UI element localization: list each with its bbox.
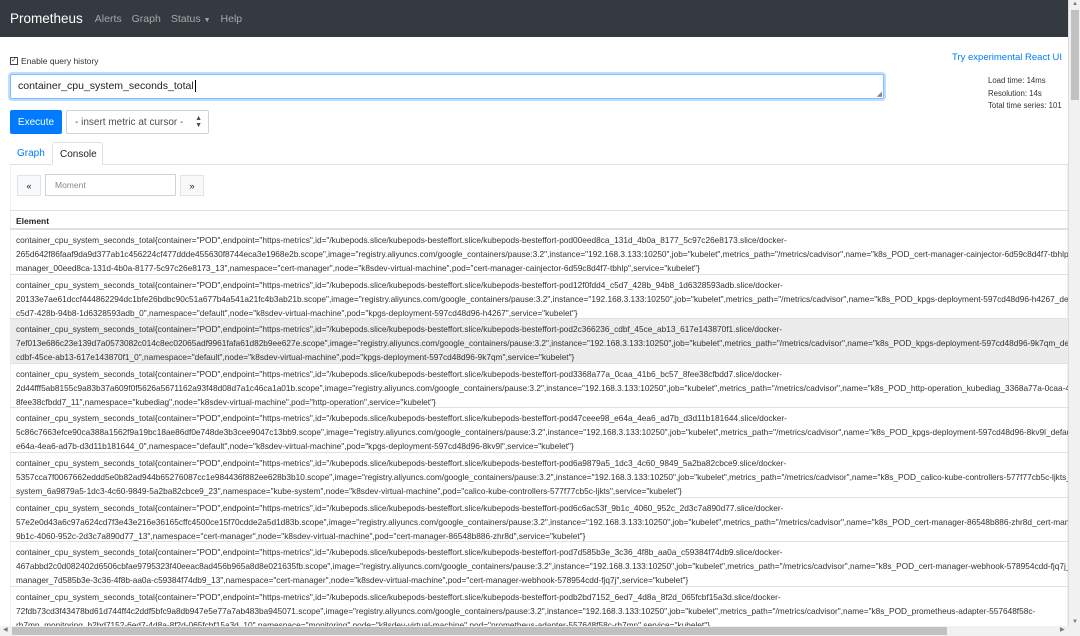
series-label-line: container_cpu_system_seconds_total{conta…	[16, 547, 783, 558]
enable-query-history-label: Enable query history	[21, 56, 99, 66]
vertical-scroll-thumb[interactable]	[1071, 10, 1079, 100]
scroll-left-icon[interactable]: ◀	[3, 626, 8, 633]
table-row[interactable]: container_cpu_system_seconds_total{conta…	[10, 230, 1068, 275]
series-label-line: 7ef013e686c23e139d7a0573082c014c8ec02065…	[16, 338, 1068, 349]
tab-graph[interactable]: Graph	[10, 142, 52, 165]
series-label-line: 57e2e0d43a6c97a624cd7f3e43e216e36165cffc…	[16, 516, 1068, 527]
table-row[interactable]: container_cpu_system_seconds_total{conta…	[10, 587, 1068, 626]
resize-handle-icon[interactable]: ◢	[877, 90, 882, 98]
vertical-scrollbar[interactable]: ▲ ▼	[1068, 0, 1080, 626]
horizontal-scroll-thumb[interactable]	[12, 627, 947, 635]
series-label-line: 5c86c7663efce90ca388a1562f9a19bc18ae86df…	[16, 427, 1068, 438]
expression-value: container_cpu_system_seconds_total	[18, 80, 194, 92]
insert-metric-select[interactable]: - insert metric at cursor - ▲ ▼	[66, 110, 209, 134]
query-stats: Load time: 14ms Resolution: 14s Total ti…	[988, 75, 1062, 113]
moment-input[interactable]: Moment	[45, 174, 176, 196]
expression-input[interactable]: container_cpu_system_seconds_total ◢	[10, 74, 884, 99]
series-label-line: e64a-4ea6-ad7b-d3d11b181644_0",namespace…	[16, 441, 574, 452]
series-label-line: container_cpu_system_seconds_total{conta…	[16, 457, 787, 468]
series-label-line: container_cpu_system_seconds_total{conta…	[16, 413, 787, 424]
series-label-line: manager_00eed8ca-131d-4b0a-8177-5c97c26e…	[16, 263, 700, 273]
series-label-line: container_cpu_system_seconds_total{conta…	[16, 324, 783, 335]
tab-console[interactable]: Console	[52, 142, 103, 165]
total-time-series: Total time series: 101	[988, 101, 1062, 110]
series-label-line: container_cpu_system_seconds_total{conta…	[16, 279, 783, 290]
select-arrows-icon: ▲ ▼	[195, 115, 202, 129]
series-label-line: c5d7-428b-94b8-1d6328593adb_0",namespace…	[16, 307, 578, 318]
series-label-line: container_cpu_system_seconds_total{conta…	[16, 368, 783, 379]
scroll-right-icon[interactable]: ▶	[1060, 626, 1065, 633]
series-label-line: cdbf-45ce-ab13-617e143870f1_0",namespace…	[16, 352, 575, 363]
table-row[interactable]: container_cpu_system_seconds_total{conta…	[10, 364, 1068, 409]
series-label-line: 265d642f86faaf9da9d377ab1c456224cf477ddd…	[16, 249, 1068, 259]
series-label-line: container_cpu_system_seconds_total{conta…	[16, 235, 787, 245]
series-label-line: 72fdb73cd3f43478bd61d744ff4c2ddf5bfc9a8d…	[16, 605, 1036, 616]
column-header-element: Element	[10, 210, 1068, 230]
checkbox-checked-icon[interactable]: ✓	[10, 57, 18, 65]
series-label-line: 467abbd2c0d082402d6506cbfae9795323f40eea…	[16, 561, 1068, 572]
series-label-line: manager_7d585b3e-3c36-4f8b-aa0a-c59384f7…	[16, 575, 689, 586]
table-row[interactable]: container_cpu_system_seconds_total{conta…	[10, 275, 1068, 320]
series-label-line: 2d44fff5ab8155c9a83b37a609f0f5626a567116…	[16, 382, 1068, 393]
nav-status[interactable]: Status ▼	[171, 13, 211, 25]
enable-query-history[interactable]: ✓ Enable query history	[10, 56, 99, 66]
nav-alerts[interactable]: Alerts	[95, 13, 122, 25]
series-label-line: rb7mn_monitoring_b2bd7152-6ed7-4d8a-8f2d…	[16, 619, 710, 626]
nav-help[interactable]: Help	[221, 13, 243, 25]
table-row[interactable]: container_cpu_system_seconds_total{conta…	[10, 498, 1068, 543]
table-row[interactable]: container_cpu_system_seconds_total{conta…	[10, 542, 1068, 587]
scroll-down-icon[interactable]: ▼	[1069, 619, 1080, 625]
series-label-line: 9b1c-4060-952c-2d3c7a890d77_13",namespac…	[16, 530, 586, 541]
next-moment-button[interactable]: »	[180, 175, 204, 196]
series-label-line: container_cpu_system_seconds_total{conta…	[16, 502, 784, 513]
brand-logo[interactable]: Prometheus	[10, 11, 83, 26]
load-time: Load time: 14ms	[988, 76, 1046, 85]
text-cursor	[194, 80, 196, 92]
execute-button[interactable]: Execute	[10, 110, 62, 134]
nav-status-label: Status	[170, 12, 201, 25]
scroll-up-icon[interactable]: ▲	[1069, 1, 1080, 7]
horizontal-scrollbar[interactable]: ◀ ▶	[0, 626, 1080, 636]
insert-metric-value: - insert metric at cursor -	[75, 116, 184, 128]
tab-bar: Graph Console	[10, 142, 1068, 165]
table-row[interactable]: container_cpu_system_seconds_total{conta…	[10, 319, 1068, 364]
series-label-line: container_cpu_system_seconds_total{conta…	[16, 591, 781, 602]
table-row[interactable]: container_cpu_system_seconds_total{conta…	[10, 408, 1068, 453]
caret-down-icon: ▼	[203, 16, 211, 24]
results-table: container_cpu_system_seconds_total{conta…	[10, 230, 1068, 626]
table-row[interactable]: container_cpu_system_seconds_total{conta…	[10, 453, 1068, 498]
series-label-line: 20133e7ae61dccf444862294dc1bfe26bdbc90c5…	[16, 293, 1068, 304]
nav-graph[interactable]: Graph	[132, 13, 161, 25]
resolution: Resolution: 14s	[988, 88, 1042, 98]
series-label-line: system_6a9879a5-1dc3-4c60-9849-5a2ba82cb…	[16, 485, 682, 496]
series-label-line: 5357cca7f0067662eddd5e0b82ad944b65276087…	[16, 471, 1068, 482]
series-label-line: 8fee38cfbdd7_11",namespace="kubediag",no…	[16, 396, 436, 407]
navbar: Prometheus Alerts Graph Status ▼ Help	[0, 0, 1068, 37]
try-react-ui-link[interactable]: Try experimental React UI	[952, 52, 1062, 63]
previous-moment-button[interactable]: «	[17, 175, 41, 196]
